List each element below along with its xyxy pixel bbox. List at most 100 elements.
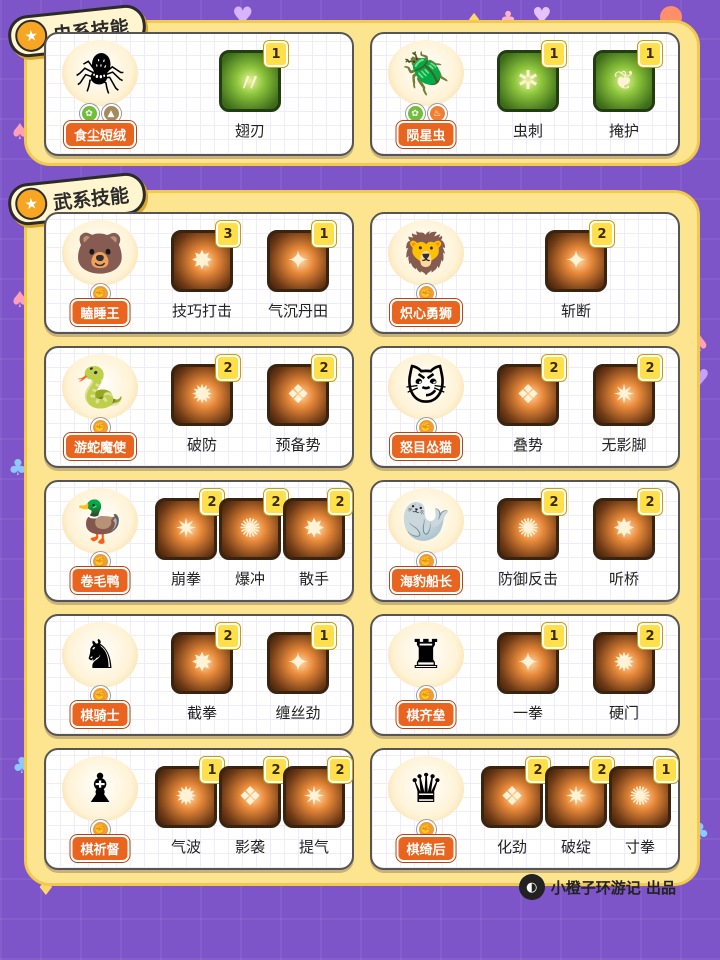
pokemon-info: 🦭 ✊ 海豹船长: [376, 486, 476, 596]
pokemon-info: 🐻 ✊ 瞌睡王: [50, 218, 150, 328]
fighting-skill-icon: ✹ 1: [155, 757, 224, 828]
skill-list: 〃 1 翅刃: [154, 41, 346, 148]
skill-item[interactable]: ✸ 2 听桥: [591, 489, 662, 594]
pokemon-card[interactable]: 🐻 ✊ 瞌睡王 ✸ 3 技巧打击 ✦ 1 气沉丹田: [44, 212, 354, 334]
pokemon-card[interactable]: 🕷 ✿ ▲ 食尘短绒 〃 1 翅刃: [44, 32, 354, 156]
pokemon-info: 🕷 ✿ ▲ 食尘短绒: [50, 38, 150, 150]
skill-item[interactable]: 〃 1 翅刃: [217, 41, 288, 148]
skill-count-badge: 2: [328, 489, 352, 515]
skill-name: 听桥: [608, 570, 639, 588]
skill-count-badge: 1: [654, 757, 678, 783]
skill-count-badge: 1: [312, 623, 336, 649]
skill-item[interactable]: ❖ 2 影袭: [218, 757, 288, 862]
fighting-skill-icon: ✷ 2: [283, 757, 352, 828]
skill-name: 散手: [298, 570, 329, 588]
skill-item[interactable]: ✹ 2 硬门: [591, 623, 662, 728]
pokemon-card[interactable]: 🐍 ✊ 游蛇魔使 ✹ 2 破防 ❖ 2 预备势: [44, 346, 354, 468]
fighting-skill-icon: ✸ 2: [593, 489, 662, 560]
pokemon-card[interactable]: 🦆 ✊ 卷毛鸭 ✷ 2 崩拳 ✺ 2 爆冲 ✸ 2 散手: [44, 480, 354, 602]
skill-count-badge: 2: [590, 221, 614, 247]
serpent-pokemon-icon: 🐍: [62, 354, 138, 420]
skill-name: 掩护: [608, 122, 639, 140]
skill-count-badge: 2: [542, 355, 566, 381]
skill-list: ❖ 2 叠势 ✷ 2 无影脚: [480, 355, 672, 460]
angry-cat-pokemon-icon: 😼: [388, 354, 464, 420]
skill-item[interactable]: ✸ 2 截拳: [169, 623, 240, 728]
skill-item[interactable]: ✲ 1 虫刺: [495, 41, 566, 148]
skill-name: 防御反击: [497, 570, 558, 588]
skill-name: 虫刺: [512, 122, 543, 140]
pokemon-name: 怒目怂猫: [389, 433, 463, 460]
skill-item[interactable]: ✦ 1 一拳: [495, 623, 566, 728]
pokemon-card[interactable]: ♜ ✊ 棋齐垒 ✦ 1 一拳 ✹ 2 硬门: [370, 614, 680, 736]
fighting-skill-icon: ✺ 1: [609, 757, 678, 828]
skill-list: ✸ 2 截拳 ✦ 1 缠丝劲: [154, 623, 346, 728]
skill-item[interactable]: ✺ 2 防御反击: [495, 489, 566, 594]
fighting-skill-icon: ✹ 2: [593, 623, 662, 694]
skill-item[interactable]: ✷ 2 破绽: [544, 757, 614, 862]
duck-pokemon-icon: 🦆: [62, 488, 138, 554]
skill-item[interactable]: ❖ 2 叠势: [495, 355, 566, 460]
skill-item[interactable]: ✷ 2 崩拳: [154, 489, 224, 594]
pokemon-name: 炽心勇狮: [389, 299, 463, 326]
skill-item[interactable]: ✷ 2 无影脚: [591, 355, 662, 460]
skill-item[interactable]: ✺ 2 爆冲: [218, 489, 288, 594]
skill-list: ✲ 1 虫刺 ❦ 1 掩护: [480, 41, 672, 148]
meteor-bug-pokemon-icon: 🪲: [388, 40, 464, 106]
skill-item[interactable]: ✹ 1 气波: [154, 757, 224, 862]
fighting-skill-icon: ✹ 2: [171, 355, 240, 426]
skill-item[interactable]: ❖ 2 化劲: [480, 757, 550, 862]
pokemon-card[interactable]: 🦁 ✊ 炽心勇狮 ✦ 2 斩断: [370, 212, 680, 334]
skill-item[interactable]: ❖ 2 预备势: [265, 355, 336, 460]
skill-name: 寸拳: [624, 838, 655, 856]
skill-count-badge: 1: [312, 221, 336, 247]
pokemon-card[interactable]: 🦭 ✊ 海豹船长 ✺ 2 防御反击 ✸ 2 听桥: [370, 480, 680, 602]
skill-item[interactable]: ✦ 1 气沉丹田: [265, 221, 336, 326]
seal-captain-pokemon-icon: 🦭: [388, 488, 464, 554]
fighting-skill-icon: ❖ 2: [267, 355, 336, 426]
skill-name: 预备势: [275, 436, 321, 454]
fighting-skill-icon: ❖ 2: [497, 355, 566, 426]
chess-queen-pokemon-icon: ♛: [388, 756, 464, 822]
skill-item[interactable]: ✺ 1 寸拳: [608, 757, 678, 862]
skill-list: ✦ 2 斩断: [480, 221, 672, 326]
skill-count-badge: 1: [542, 41, 566, 67]
fighting-section-title-text: 武系技能: [52, 184, 131, 214]
skill-count-badge: 2: [638, 355, 662, 381]
fighting-skill-icon: ✸ 3: [171, 221, 240, 292]
sleepy-king-pokemon-icon: 🐻: [62, 220, 138, 286]
skill-item[interactable]: ✷ 2 提气: [282, 757, 352, 862]
fighting-skill-icon: ✷ 2: [545, 757, 614, 828]
fighting-skill-icon: ✸ 2: [283, 489, 352, 560]
skill-item[interactable]: ✸ 3 技巧打击: [169, 221, 240, 326]
skill-name: 技巧打击: [171, 302, 232, 320]
chess-rook-pokemon-icon: ♜: [388, 622, 464, 688]
skill-item[interactable]: ✹ 2 破防: [169, 355, 240, 460]
pokemon-card[interactable]: ♝ ✊ 棋祈督 ✹ 1 气波 ❖ 2 影袭 ✷ 2 提气: [44, 748, 354, 870]
spider-pokemon-icon: 🕷: [62, 40, 138, 106]
fighting-skill-icon: ❖ 2: [481, 757, 550, 828]
pokemon-info: ♛ ✊ 棋绮后: [376, 754, 476, 864]
fighting-skill-icon: ✦ 1: [267, 221, 336, 292]
pokemon-card[interactable]: 😼 ✊ 怒目怂猫 ❖ 2 叠势 ✷ 2 无影脚: [370, 346, 680, 468]
pokemon-card[interactable]: ♞ ✊ 棋骑士 ✸ 2 截拳 ✦ 1 缠丝劲: [44, 614, 354, 736]
skill-item[interactable]: ✦ 2 斩断: [543, 221, 614, 326]
pokemon-info: 🐍 ✊ 游蛇魔使: [50, 352, 150, 462]
skill-count-badge: 2: [312, 355, 336, 381]
pokemon-card[interactable]: ♛ ✊ 棋绮后 ❖ 2 化劲 ✷ 2 破绽 ✺ 1 寸拳: [370, 748, 680, 870]
pokemon-name: 海豹船长: [389, 567, 463, 594]
pokemon-info: 🦁 ✊ 炽心勇狮: [376, 218, 476, 328]
skill-item[interactable]: ✸ 2 散手: [282, 489, 352, 594]
skill-count-badge: 1: [542, 623, 566, 649]
skill-item[interactable]: ✦ 1 缠丝劲: [265, 623, 336, 728]
pokemon-name: 棋绮后: [396, 835, 456, 862]
skill-item[interactable]: ❦ 1 掩护: [591, 41, 662, 148]
skill-name: 破绽: [560, 838, 591, 856]
skill-name: 叠势: [512, 436, 543, 454]
fighting-skill-icon: ✷ 2: [593, 355, 662, 426]
wing-blade-skill-icon: 〃 1: [219, 41, 288, 112]
fighting-skill-icon: ✸ 2: [171, 623, 240, 694]
pokemon-info: 🦆 ✊ 卷毛鸭: [50, 486, 150, 596]
skill-name: 爆冲: [234, 570, 265, 588]
pokemon-card[interactable]: 🪲 ✿ ♨ 陨星虫 ✲ 1 虫刺 ❦ 1 掩护: [370, 32, 680, 156]
